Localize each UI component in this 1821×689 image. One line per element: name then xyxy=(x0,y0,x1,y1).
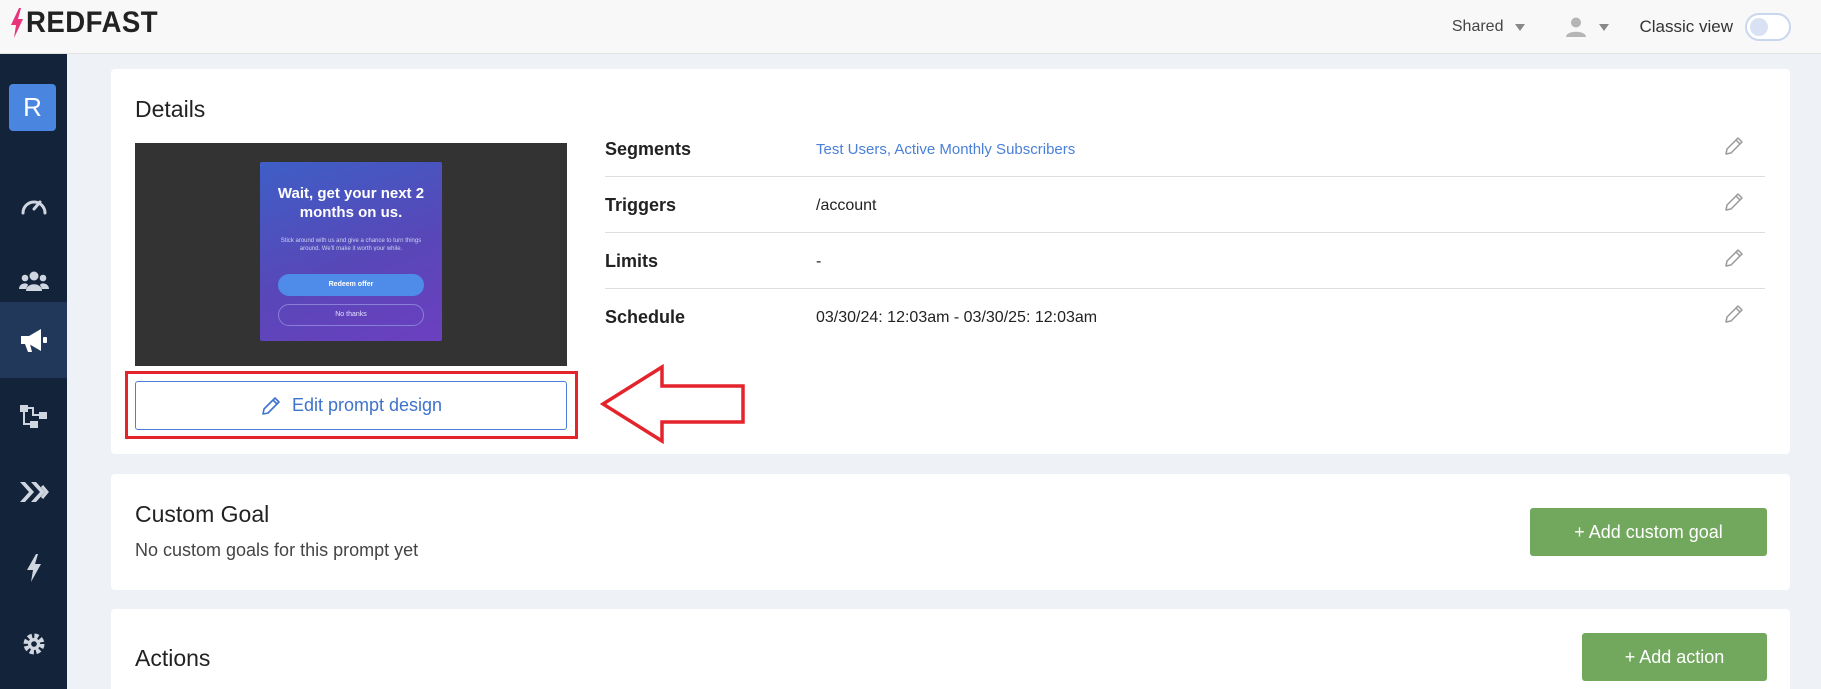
chevron-down-icon xyxy=(1515,23,1526,31)
flow-icon xyxy=(19,405,47,428)
sidebar-item-dashboard[interactable] xyxy=(0,167,67,243)
add-action-button[interactable]: + Add action xyxy=(1582,633,1767,681)
prop-value: 03/30/24: 12:03am - 03/30/25: 12:03am xyxy=(816,309,1098,326)
custom-goal-empty-text: No custom goals for this prompt yet xyxy=(135,540,419,560)
gauge-icon xyxy=(21,200,46,215)
prop-value: /account xyxy=(816,197,877,214)
sidebar-item-settings[interactable] xyxy=(0,606,67,682)
bolt-icon xyxy=(26,554,41,582)
sidebar-item-flows[interactable] xyxy=(0,378,67,454)
preview-headline: Wait, get your next 2 months on us. xyxy=(277,185,425,221)
account-avatar[interactable]: R xyxy=(9,84,56,131)
sidebar-item-prompts[interactable] xyxy=(0,302,67,378)
highlight-box xyxy=(125,371,578,439)
details-card: Details Wait, get your next 2 months on … xyxy=(111,69,1790,454)
actions-title: Actions xyxy=(135,645,211,671)
prop-label: Limits xyxy=(605,251,659,271)
pencil-icon[interactable] xyxy=(1723,303,1745,325)
prop-row-schedule: Schedule 03/30/24: 12:03am - 03/30/25: 1… xyxy=(605,289,1765,345)
gear-icon xyxy=(23,633,44,655)
prop-row-triggers: Triggers /account xyxy=(605,177,1765,233)
prop-label: Segments xyxy=(605,139,692,159)
details-title: Details xyxy=(135,96,206,122)
sidebar-item-integrations[interactable] xyxy=(0,454,67,530)
add-custom-goal-button[interactable]: + Add custom goal xyxy=(1530,508,1767,556)
shared-label: Shared xyxy=(1451,18,1504,35)
classic-view-toggle[interactable] xyxy=(1745,13,1791,41)
sidebar: R xyxy=(0,54,67,689)
pencil-icon[interactable] xyxy=(1723,135,1745,157)
preview-redeem-button: Redeem offer xyxy=(278,274,424,296)
classic-view-label: Classic view xyxy=(1639,17,1733,36)
segments-link[interactable]: Test Users, Active Monthly Subscribers xyxy=(816,141,1075,158)
prop-label: Schedule xyxy=(605,307,686,327)
preview-subtext: Stick around with us and give a chance t… xyxy=(280,238,422,251)
pencil-icon[interactable] xyxy=(1723,191,1745,213)
prop-row-limits: Limits - xyxy=(605,233,1765,289)
megaphone-icon xyxy=(20,329,47,352)
custom-goal-card: Custom Goal No custom goals for this pro… xyxy=(111,474,1790,590)
prompt-preview-modal: Wait, get your next 2 months on us. Stic… xyxy=(260,162,442,341)
chevron-down-icon xyxy=(1599,23,1610,31)
prop-value: - xyxy=(816,253,822,270)
top-bar: REDFAST Shared Classic view xyxy=(0,0,1821,54)
actions-card: Actions + Add action xyxy=(111,609,1790,689)
prop-label: Triggers xyxy=(605,195,677,215)
prop-row-segments: Segments Test Users, Active Monthly Subs… xyxy=(605,121,1765,177)
pencil-icon[interactable] xyxy=(1723,247,1745,269)
sidebar-item-events[interactable] xyxy=(0,530,67,606)
logo-text: REDFAST xyxy=(26,6,159,39)
redfast-logo[interactable]: REDFAST xyxy=(10,6,170,40)
chevrons-icon xyxy=(19,482,49,502)
preview-no-thanks-button: No thanks xyxy=(278,304,424,326)
user-menu[interactable] xyxy=(1565,16,1610,38)
user-icon xyxy=(1566,17,1587,37)
custom-goal-title: Custom Goal xyxy=(135,501,270,527)
prompt-preview: Wait, get your next 2 months on us. Stic… xyxy=(135,143,567,366)
shared-dropdown[interactable]: Shared xyxy=(1452,18,1526,36)
users-icon xyxy=(18,271,49,291)
bolt-icon xyxy=(11,8,23,38)
arrow-left-icon xyxy=(600,364,745,444)
